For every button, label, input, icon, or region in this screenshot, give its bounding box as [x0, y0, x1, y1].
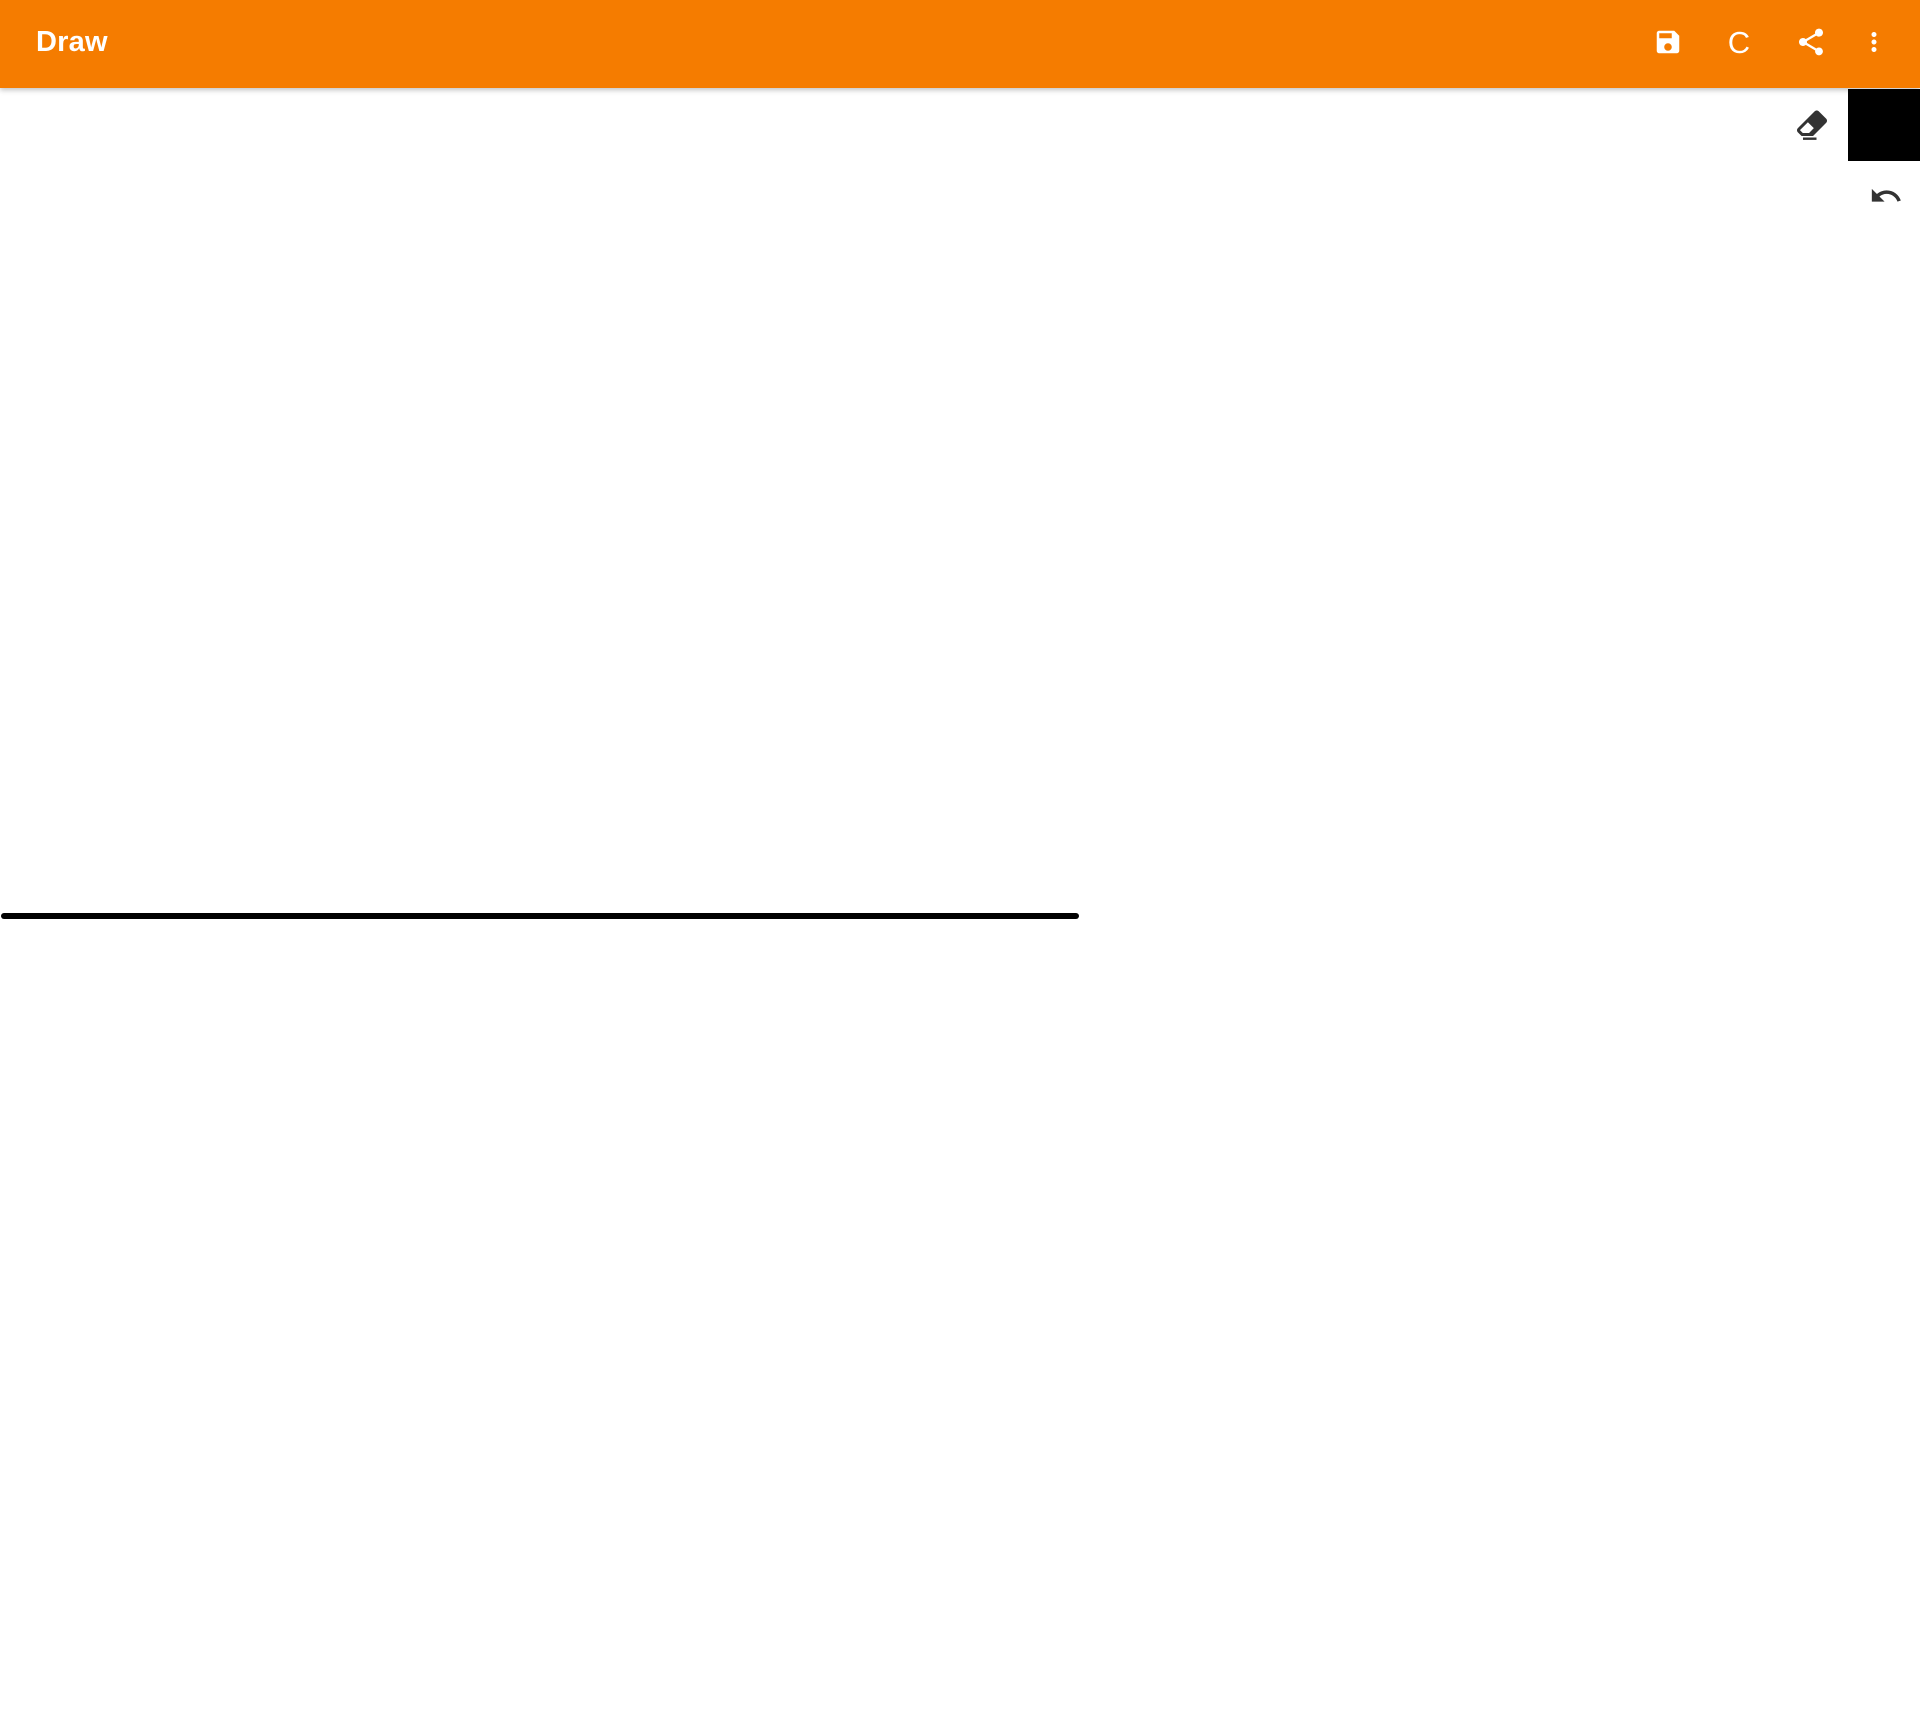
app-title: Draw	[36, 26, 108, 58]
clear-button[interactable]: C	[1711, 14, 1767, 70]
undo-button[interactable]	[1860, 176, 1912, 216]
share-button[interactable]	[1783, 14, 1839, 70]
save-icon	[1656, 30, 1680, 54]
drawing-canvas[interactable]	[0, 88, 1920, 1733]
undo-icon	[1871, 188, 1901, 202]
more-options-button[interactable]	[1846, 14, 1902, 70]
eraser-button[interactable]	[1786, 98, 1838, 150]
save-button[interactable]	[1640, 14, 1696, 70]
color-picker-swatch[interactable]	[1848, 89, 1920, 161]
more-vert-icon	[1871, 32, 1877, 52]
clear-button-label: C	[1727, 24, 1751, 60]
draw-app: Draw C	[0, 0, 1920, 1733]
app-toolbar: Draw C	[0, 0, 1920, 88]
eraser-icon	[1797, 110, 1828, 140]
canvas-strokes	[1, 913, 1079, 919]
share-icon	[1799, 28, 1823, 56]
